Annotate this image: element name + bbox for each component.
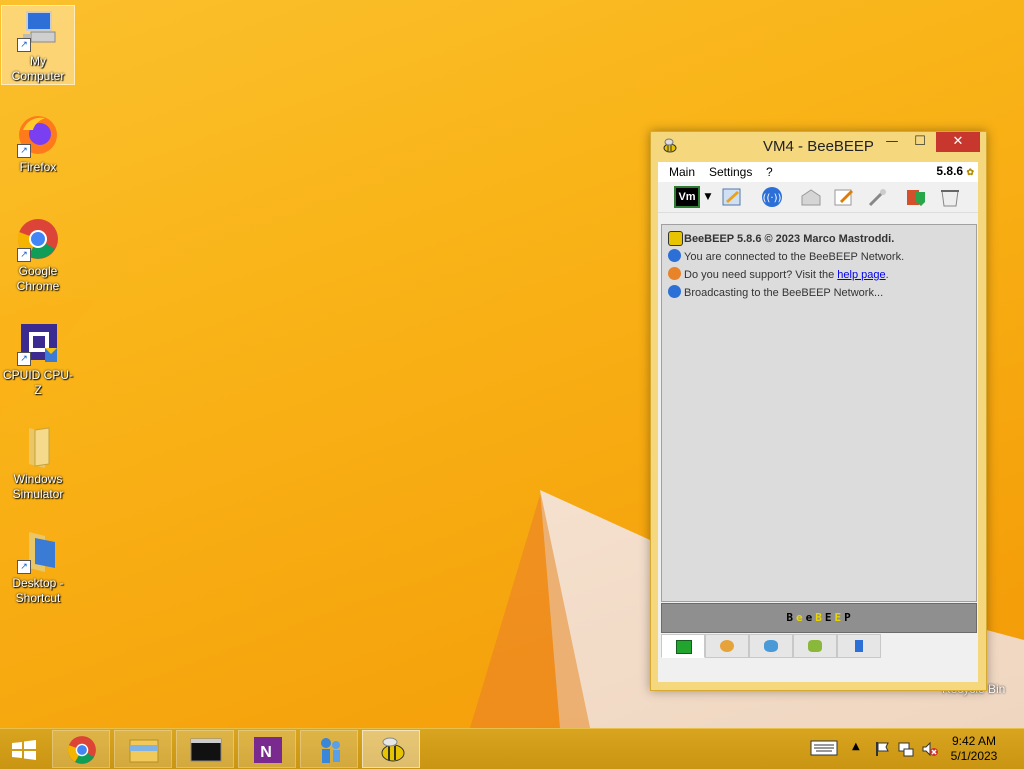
- svg-text:N: N: [260, 744, 272, 761]
- plugins-icon: [808, 640, 822, 652]
- network-connected-icon: [668, 249, 681, 262]
- taskbar: N ▲ 9:42 AM 5/1/2023: [0, 728, 1024, 769]
- desktop-icon-label: My Computer: [11, 54, 65, 83]
- mailbox-icon[interactable]: [799, 186, 823, 208]
- desktop-icon-label: Desktop - Shortcut: [12, 576, 64, 605]
- onenote-icon: N: [254, 737, 282, 763]
- help-page-link[interactable]: help page: [837, 269, 885, 281]
- network-icon: [321, 738, 340, 763]
- menu-main[interactable]: Main: [669, 165, 695, 179]
- beebeep-icon: [381, 737, 405, 762]
- banner-letter: E: [834, 611, 843, 624]
- bee-icon: [668, 231, 683, 246]
- beebeep-banner: BeeBEEP: [661, 603, 977, 633]
- action-center-flag-icon[interactable]: [874, 741, 890, 757]
- desktop-icon-my-computer[interactable]: ↗ My Computer: [1, 5, 75, 85]
- desktop-icon-cpuid-cpu-z[interactable]: ↗ CPUID CPU-Z: [2, 320, 74, 398]
- firefox-icon: ↗: [15, 112, 61, 158]
- taskbar-onenote[interactable]: N: [238, 730, 296, 768]
- users-tab[interactable]: [661, 634, 705, 658]
- taskbar-network[interactable]: [300, 730, 358, 768]
- banner-letter: E: [824, 611, 833, 624]
- keyboard-icon[interactable]: [810, 740, 838, 756]
- chrome-icon: ↗: [15, 216, 61, 262]
- clock-date: 5/1/2023: [950, 749, 998, 763]
- taskbar-file-explorer[interactable]: [114, 730, 172, 768]
- support-icon: [668, 267, 681, 280]
- window-titlebar[interactable]: VM4 - BeeBEEP — ☐ ✕: [651, 132, 986, 161]
- banner-letter: e: [805, 611, 814, 624]
- bee-icon: ✿: [966, 167, 974, 177]
- menu-help[interactable]: ?: [766, 165, 773, 179]
- menu-bar: Main Settings ? 5.8.6 ✿: [658, 162, 978, 182]
- broadcast-icon: [668, 285, 681, 298]
- volume-muted-icon[interactable]: [922, 741, 938, 757]
- minimize-button[interactable]: —: [878, 132, 906, 152]
- chat-log[interactable]: BeeBEEP 5.8.6 © 2023 Marco Mastroddi. Yo…: [661, 224, 977, 602]
- desktop-icon-label: Firefox: [19, 160, 57, 174]
- version-text: 5.8.6: [936, 164, 964, 178]
- desktop-icon-desktop-shortcut[interactable]: ↗ Desktop - Shortcut: [2, 528, 74, 606]
- plugins-tab[interactable]: [793, 634, 837, 658]
- bottom-tabs: [661, 634, 975, 658]
- folder-shortcut-icon: ↗: [15, 528, 61, 574]
- chats-icon: [764, 640, 778, 652]
- desktop-icon-windows-simulator[interactable]: Windows Simulator: [2, 424, 74, 502]
- banner-letter: e: [795, 611, 804, 624]
- chats-tab[interactable]: [749, 634, 793, 658]
- desktop-icon-label: Google Chrome: [16, 264, 60, 293]
- start-button[interactable]: [0, 730, 48, 768]
- banner-letter: B: [786, 611, 794, 624]
- menu-settings[interactable]: Settings: [709, 165, 752, 179]
- folder-icon: [15, 424, 61, 470]
- taskbar-chrome[interactable]: [52, 730, 110, 768]
- status-button[interactable]: Vm: [674, 186, 700, 208]
- log-line: Broadcasting to the BeeBEEP Network...: [684, 287, 884, 299]
- log-line: You are connected to the BeeBEEP Network…: [684, 251, 905, 263]
- desktop-icon-label: CPUID CPU-Z: [2, 368, 73, 397]
- groups-icon: [720, 640, 734, 652]
- version-label: 5.8.6 ✿: [936, 164, 974, 178]
- write-message-icon[interactable]: [832, 186, 856, 208]
- status-dropdown-arrow-icon[interactable]: ▼: [702, 186, 714, 208]
- toolbar: Vm ▼ ((·)): [658, 182, 978, 213]
- clock-time: 9:42 AM: [951, 734, 997, 748]
- system-clock[interactable]: 9:42 AM 5/1/2023: [944, 734, 1004, 764]
- chrome-icon: [68, 736, 96, 764]
- log-text: .: [885, 269, 889, 281]
- terminal-icon: [190, 738, 222, 762]
- banner-letter: B: [815, 611, 823, 624]
- computer-icon: ↗: [15, 6, 61, 52]
- taskbar-beebeep[interactable]: [362, 730, 420, 768]
- desktop-icon-label: Windows Simulator: [12, 472, 64, 501]
- windows-logo-icon: [12, 740, 36, 760]
- close-button[interactable]: ✕: [936, 132, 980, 152]
- desktop-icon-google-chrome[interactable]: ↗ Google Chrome: [2, 216, 74, 294]
- log-text: Do you need support? Visit the: [684, 269, 838, 281]
- users-tab-icon: [676, 640, 692, 654]
- banner-text: BeeBEEP: [785, 611, 852, 624]
- log-line: Do you need support? Visit the help page…: [684, 269, 889, 281]
- log-line: BeeBEEP 5.8.6 © 2023 Marco Mastroddi.: [684, 233, 895, 245]
- groups-tab[interactable]: [705, 634, 749, 658]
- transfer-icon[interactable]: [904, 186, 928, 208]
- banner-letter: P: [844, 611, 852, 624]
- desktop-icon-firefox[interactable]: ↗ Firefox: [2, 112, 74, 175]
- network-tray-icon[interactable]: [898, 741, 914, 757]
- file-explorer-icon: [129, 739, 159, 763]
- svg-text:((·)): ((·)): [763, 193, 782, 204]
- maximize-button[interactable]: ☐: [906, 132, 934, 152]
- network-broadcast-icon[interactable]: ((·)): [760, 186, 784, 208]
- desktop: ↗ My Computer ↗ Firefox ↗ Google Chrome …: [0, 0, 1024, 728]
- taskbar-terminal[interactable]: [176, 730, 234, 768]
- cpuz-icon: ↗: [15, 320, 61, 366]
- wand-icon[interactable]: [865, 186, 889, 208]
- pin-tab[interactable]: [837, 634, 881, 658]
- pin-icon: [855, 640, 863, 652]
- window-client: Main Settings ? 5.8.6 ✿ Vm ▼ ((·)) BeeBE…: [658, 162, 978, 682]
- edit-profile-icon[interactable]: [720, 186, 744, 208]
- show-hidden-icons-chevron-icon[interactable]: ▲: [852, 741, 864, 757]
- trash-icon[interactable]: [938, 186, 962, 208]
- beebeep-window[interactable]: VM4 - BeeBEEP — ☐ ✕ Main Settings ? 5.8.…: [650, 131, 987, 691]
